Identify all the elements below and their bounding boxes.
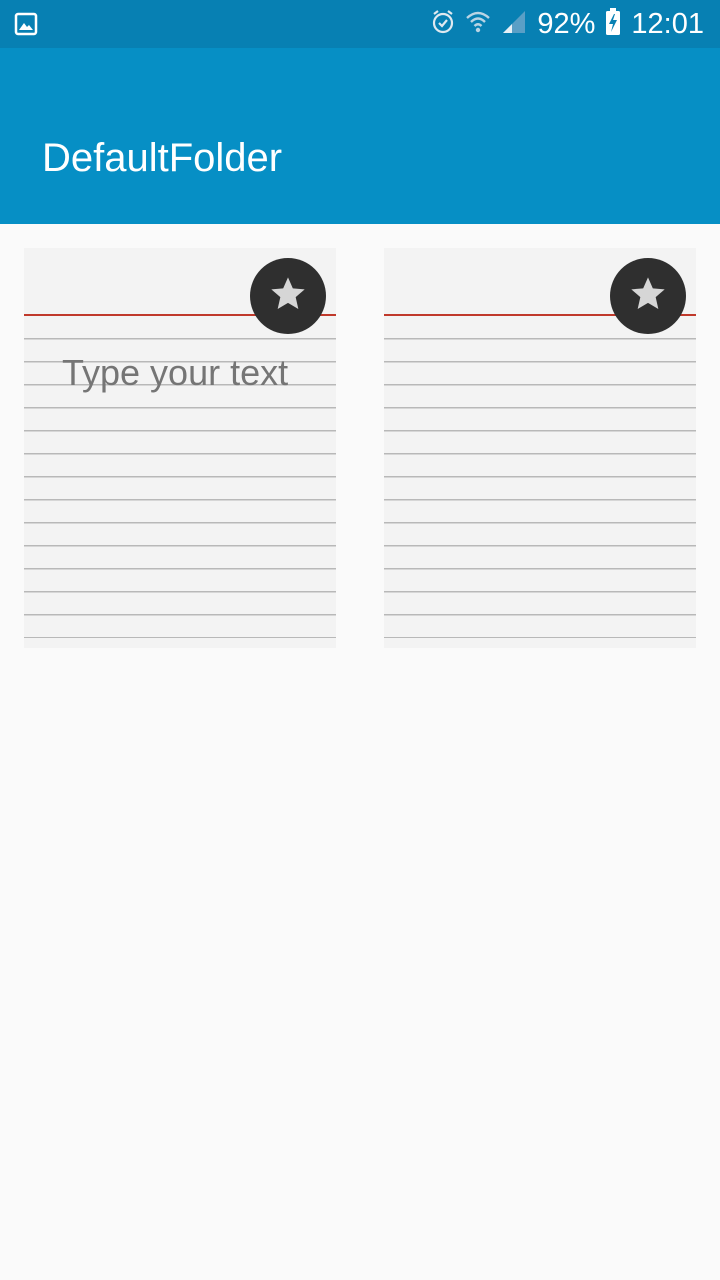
battery-percent: 92% — [537, 8, 596, 40]
status-bar: 92% 12:01 — [0, 0, 720, 48]
app-bar: DefaultFolder — [0, 48, 720, 224]
signal-icon — [501, 9, 527, 40]
note-card[interactable]: Type your text — [24, 248, 336, 648]
ruled-lines — [384, 338, 696, 638]
star-icon — [268, 274, 308, 319]
alarm-icon — [431, 9, 455, 40]
favorite-button[interactable] — [250, 258, 326, 334]
note-card[interactable] — [384, 248, 696, 648]
wifi-icon — [465, 9, 491, 40]
star-icon — [628, 274, 668, 319]
battery-charging-icon — [605, 7, 621, 41]
gallery-icon — [14, 12, 38, 36]
clock: 12:01 — [631, 8, 704, 40]
note-text: Type your text — [62, 352, 289, 393]
page-title: DefaultFolder — [42, 136, 283, 180]
favorite-button[interactable] — [610, 258, 686, 334]
